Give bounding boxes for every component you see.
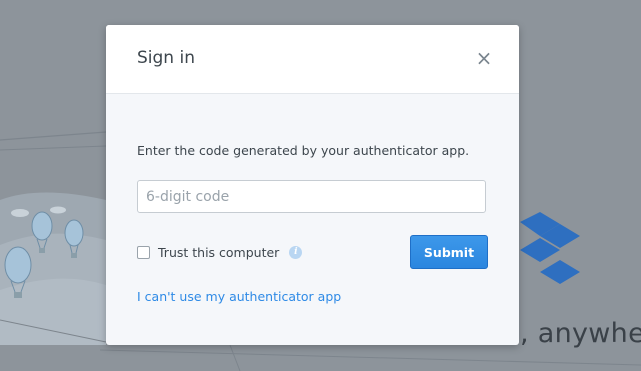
code-input[interactable] bbox=[137, 180, 486, 213]
modal-title: Sign in bbox=[137, 48, 195, 68]
background-tagline: , anywhe bbox=[520, 318, 641, 349]
cant-use-authenticator-link[interactable]: I can't use my authenticator app bbox=[137, 289, 341, 304]
trust-computer-checkbox[interactable] bbox=[137, 245, 150, 259]
dropbox-logo-icon bbox=[520, 212, 580, 302]
sign-in-modal: Sign in × Enter the code generated by yo… bbox=[106, 25, 519, 345]
trust-computer-row: Trust this computer i bbox=[137, 243, 303, 261]
submit-button[interactable]: Submit bbox=[410, 235, 488, 269]
instruction-text: Enter the code generated by your authent… bbox=[137, 143, 470, 158]
close-icon[interactable]: × bbox=[473, 47, 495, 69]
modal-header: Sign in × bbox=[106, 25, 519, 94]
trust-computer-label[interactable]: Trust this computer bbox=[158, 245, 279, 260]
info-icon[interactable]: i bbox=[289, 245, 303, 259]
